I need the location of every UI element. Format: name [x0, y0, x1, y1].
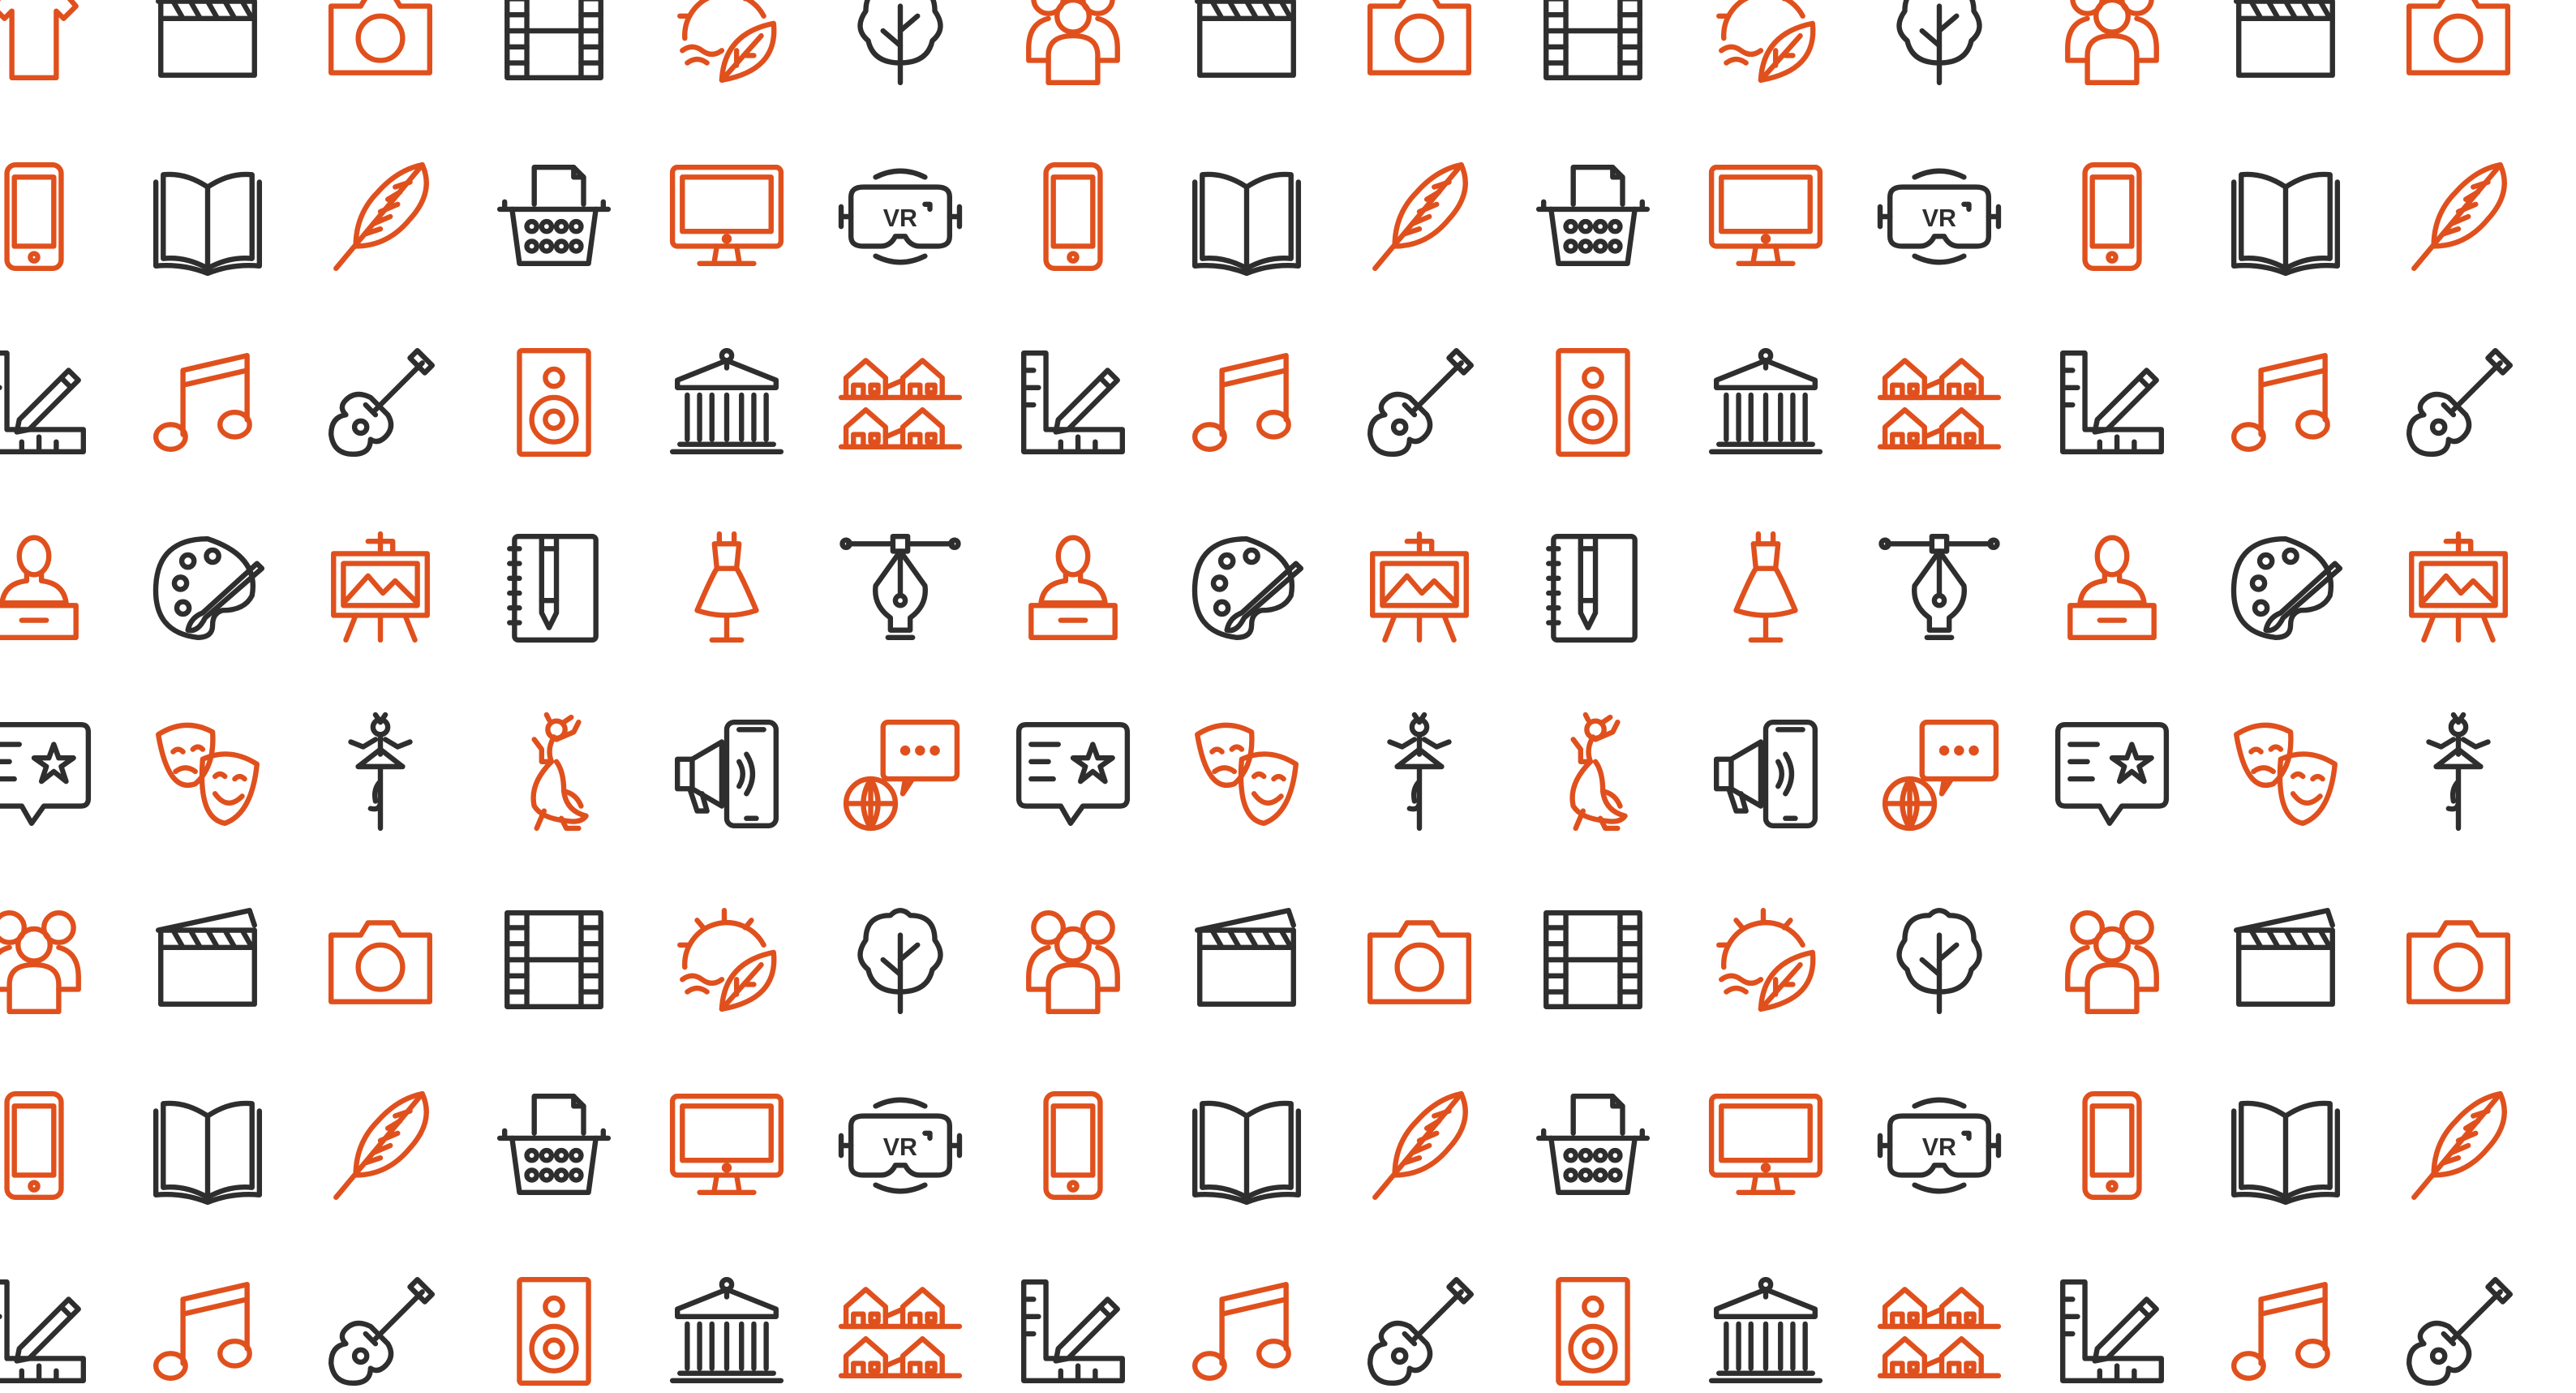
houses-icon [838, 358, 962, 449]
phone-megaphone-icon [1714, 719, 1818, 829]
svg-text:VR: VR [882, 204, 917, 232]
guitar-icon [328, 1276, 436, 1387]
sketchbook-icon [506, 533, 599, 643]
guitar-icon [1367, 1276, 1475, 1387]
tree-icon [1896, 0, 1982, 86]
ruler-pencil-icon [2060, 1279, 2164, 1383]
guitar-icon [1367, 347, 1475, 458]
svg-text:VR: VR [1921, 1133, 1956, 1161]
camera-icon [1367, 920, 1471, 1004]
dress-form-icon [694, 531, 759, 643]
houses-icon [1877, 358, 2001, 449]
museum-icon [669, 347, 784, 454]
bust-sculpture-icon [0, 535, 79, 640]
camera-icon [1367, 0, 1471, 75]
guitar-icon [2406, 1276, 2514, 1387]
tree-icon [1896, 908, 1982, 1015]
nature-sun-leaf-icon [677, 0, 777, 83]
ruler-pencil-icon [0, 1279, 86, 1383]
tree-icon [857, 908, 943, 1015]
ballerina-icon [2426, 712, 2491, 832]
tshirt-icon [0, 0, 79, 80]
film-strip-icon [1543, 910, 1642, 1009]
guitar-icon [328, 347, 436, 458]
camera-icon [328, 0, 432, 75]
houses-icon [838, 1287, 962, 1378]
guitar-icon [2406, 347, 2514, 458]
easel-painting-icon [1370, 531, 1469, 643]
flamenco-dancer-icon [530, 712, 589, 832]
speaker-icon [516, 1276, 591, 1387]
museum-icon [1708, 347, 1823, 454]
svg-text:VR: VR [1921, 204, 1956, 232]
museum-icon [669, 1276, 784, 1383]
phone-megaphone-icon [675, 719, 779, 829]
people-group-icon [1026, 910, 1120, 1015]
sketchbook-icon [1545, 533, 1638, 643]
speaker-icon [516, 347, 591, 458]
camera-icon [328, 920, 432, 1004]
svg-text:VR: VR [882, 1133, 917, 1161]
camera-icon [2406, 0, 2510, 75]
film-strip-icon [1543, 0, 1642, 80]
museum-icon [1708, 1276, 1823, 1383]
speaker-icon [1555, 1276, 1630, 1387]
ruler-pencil-icon [2060, 350, 2164, 454]
easel-painting-icon [2409, 531, 2508, 643]
flamenco-dancer-icon [1569, 712, 1628, 832]
people-group-icon [2065, 0, 2159, 86]
ruler-pencil-icon [1021, 1279, 1125, 1383]
camera-icon [2406, 920, 2510, 1004]
global-chat-icon [843, 719, 960, 832]
nature-sun-leaf-icon [1716, 0, 1816, 83]
people-group-icon [1026, 0, 1120, 86]
film-strip-icon [504, 910, 603, 1009]
nature-sun-leaf-icon [677, 908, 777, 1012]
speaker-icon [1555, 347, 1630, 458]
pen-tool-icon [1878, 533, 2000, 640]
easel-painting-icon [331, 531, 430, 643]
ruler-pencil-icon [0, 350, 86, 454]
ballerina-icon [1387, 712, 1452, 832]
review-star-bubble-icon [2054, 722, 2170, 826]
nature-sun-leaf-icon [1716, 908, 1816, 1012]
dress-form-icon [1733, 531, 1798, 643]
film-strip-icon [504, 0, 603, 80]
ruler-pencil-icon [1021, 350, 1125, 454]
review-star-bubble-icon [1015, 722, 1131, 826]
ballerina-icon [348, 712, 413, 832]
bust-sculpture-icon [2067, 535, 2157, 640]
bust-sculpture-icon [1028, 535, 1118, 640]
review-star-bubble-icon [0, 722, 92, 826]
houses-icon [1877, 1287, 2001, 1378]
global-chat-icon [1882, 719, 1999, 832]
tree-icon [857, 0, 943, 86]
people-group-icon [0, 910, 81, 1015]
icon-pattern-background: VR VR VR VR [0, 0, 2576, 1387]
pen-tool-icon [839, 533, 961, 640]
people-group-icon [2065, 910, 2159, 1015]
